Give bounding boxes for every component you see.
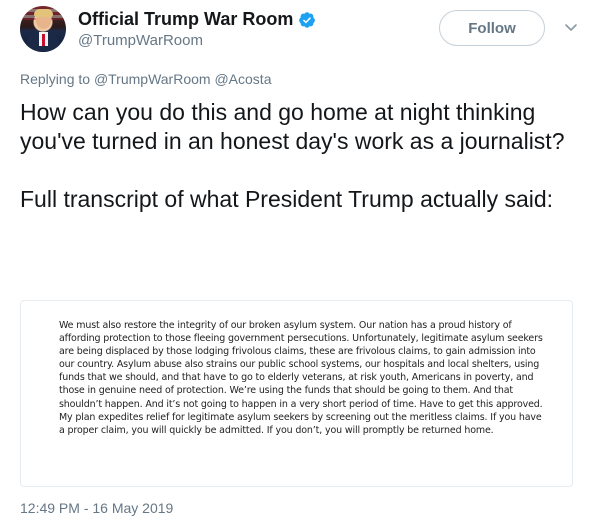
avatar-hair	[34, 9, 53, 17]
transcript-text: We must also restore the integrity of ou…	[59, 320, 543, 436]
attached-image[interactable]: We must also restore the integrity of ou…	[20, 300, 573, 487]
name-row: Official Trump War Room	[78, 9, 316, 30]
replying-to-line: Replying to @TrumpWarRoom @Acosta	[20, 71, 271, 87]
mention-acosta[interactable]: @Acosta	[214, 71, 271, 87]
tweet-paragraph-2: Full transcript of what President Trump …	[20, 186, 554, 212]
tweet-timestamp[interactable]: 12:49 PM - 16 May 2019	[20, 500, 173, 516]
tweet-header: Official Trump War Room @TrumpWarRoom Fo…	[20, 6, 580, 58]
replying-to-label: Replying to	[20, 71, 91, 87]
user-handle[interactable]: @TrumpWarRoom	[78, 32, 203, 49]
verified-badge-icon	[299, 11, 316, 28]
tweet-text: How can you do this and go home at night…	[20, 98, 575, 214]
follow-button[interactable]: Follow	[439, 10, 545, 46]
chevron-down-icon[interactable]	[564, 20, 578, 34]
avatar-tie	[42, 34, 45, 46]
display-name[interactable]: Official Trump War Room	[78, 9, 293, 30]
avatar[interactable]	[20, 6, 66, 52]
tweet-paragraph-1: How can you do this and go home at night…	[20, 99, 565, 154]
mention-trumpwarroom[interactable]: @TrumpWarRoom	[94, 71, 211, 87]
